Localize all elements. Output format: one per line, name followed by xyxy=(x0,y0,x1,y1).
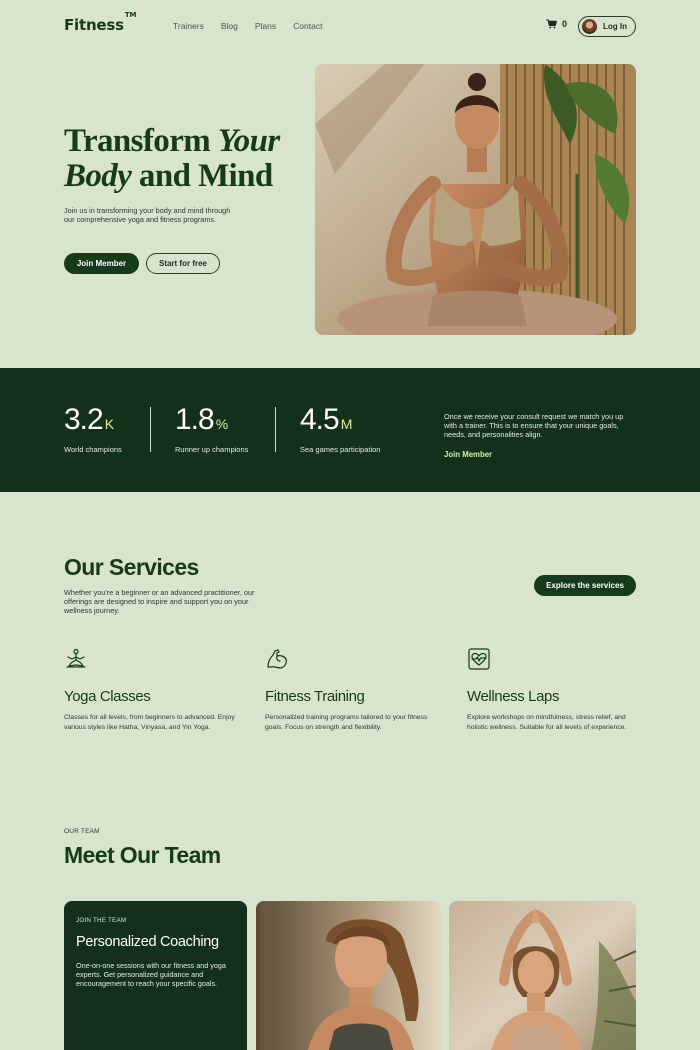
team-member-photo[interactable] xyxy=(449,901,636,1050)
stat-runner-up: 1.8% Runner up champions xyxy=(175,403,248,454)
join-member-link[interactable]: Join Member xyxy=(444,450,492,459)
team-title: Meet Our Team xyxy=(64,842,221,868)
service-title: Wellness Laps xyxy=(467,688,560,705)
services-description: Whether you're a beginner or an advanced… xyxy=(64,588,255,615)
cart-icon xyxy=(546,19,557,29)
nav-links: Trainers Blog Plans Contact xyxy=(173,21,339,31)
service-yoga-classes: Yoga Classes Classes for all levels, fro… xyxy=(64,647,239,732)
service-title: Fitness Training xyxy=(265,688,365,705)
stats-band: 3.2 K World champions 1.8% Runner up cham… xyxy=(0,368,700,492)
join-member-button[interactable]: Join Member xyxy=(64,253,139,274)
stat-label: Runner up champions xyxy=(175,445,249,454)
stat-label: Sea games participation xyxy=(300,445,381,454)
stat-value: 3.2 K xyxy=(64,403,115,436)
login-button[interactable]: Log In xyxy=(578,16,636,37)
heart-pulse-icon xyxy=(468,648,490,670)
team-member-photo[interactable] xyxy=(256,901,441,1050)
explore-services-button[interactable]: Explore the services xyxy=(534,575,636,596)
stat-divider xyxy=(150,407,151,452)
cart-button[interactable]: 0 xyxy=(546,19,567,29)
service-wellness-laps: Wellness Laps Explore workshops on mindf… xyxy=(467,647,642,732)
nav-link-contact[interactable]: Contact xyxy=(293,21,322,31)
stat-divider xyxy=(275,407,276,452)
service-description: Personalized training programs tailored … xyxy=(265,714,428,731)
nav-link-plans[interactable]: Plans xyxy=(255,21,276,31)
start-free-button[interactable]: Start for free xyxy=(146,253,220,274)
stat-sea-games: 4.5 M Sea games participation xyxy=(300,403,380,454)
service-description: Classes for all levels, from beginners t… xyxy=(64,714,235,731)
service-description: Explore workshops on mindfulness, stress… xyxy=(467,714,627,731)
stat-value: 1.8% xyxy=(175,403,229,436)
trademark: TM xyxy=(124,11,137,19)
coaching-card[interactable]: JOIN THE TEAM Personalized Coaching One-… xyxy=(64,901,247,1050)
hero-description: Join us in transforming your body and mi… xyxy=(64,206,231,224)
top-navigation: FitnessTM Trainers Blog Plans Contact 0 … xyxy=(0,0,700,52)
avatar xyxy=(582,19,597,34)
logo[interactable]: FitnessTM xyxy=(64,11,136,34)
stat-value: 4.5 M xyxy=(300,403,353,436)
stat-world-champions: 3.2 K World champions xyxy=(64,403,122,454)
team-eyebrow: OUR TEAM xyxy=(64,828,100,835)
muscle-icon xyxy=(267,649,287,669)
card-eyebrow: JOIN THE TEAM xyxy=(76,917,127,924)
hero-yoga-image xyxy=(315,64,636,335)
stat-label: World champions xyxy=(64,445,122,454)
meditation-icon xyxy=(66,648,86,668)
nav-link-blog[interactable]: Blog xyxy=(221,21,238,31)
services-title: Our Services xyxy=(64,554,199,580)
nav-link-trainers[interactable]: Trainers xyxy=(173,21,204,31)
cart-count: 0 xyxy=(562,19,568,29)
login-label: Log In xyxy=(603,22,627,31)
card-title: Personalized Coaching xyxy=(76,934,219,950)
stats-description: Once we receive your consult request we … xyxy=(444,412,624,440)
card-description: One-on-one sessions with our fitness and… xyxy=(76,961,226,989)
service-title: Yoga Classes xyxy=(64,688,151,705)
service-fitness-training: Fitness Training Personalized training p… xyxy=(265,647,440,732)
hero-title: Transform Your Body and Mind xyxy=(64,123,280,194)
